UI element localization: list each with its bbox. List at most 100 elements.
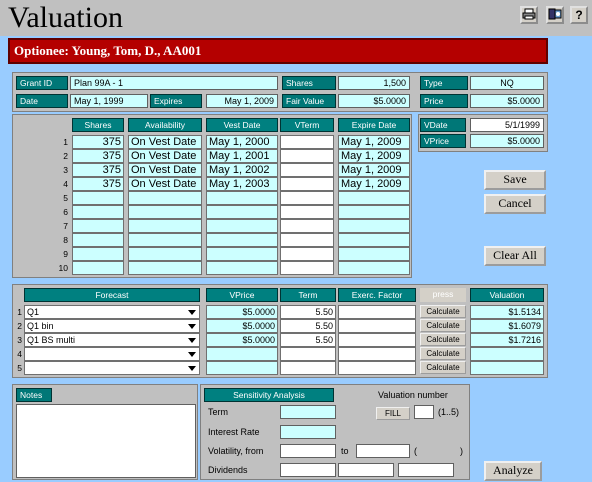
chevron-down-icon[interactable] (188, 310, 196, 315)
vest-availability-cell[interactable]: On Vest Date (128, 177, 202, 191)
forecast-term-cell[interactable] (280, 347, 336, 361)
vest-availability-cell[interactable]: On Vest Date (128, 135, 202, 149)
forecast-valuation-cell[interactable] (470, 361, 544, 375)
settings-icon[interactable] (546, 6, 564, 24)
forecast-exerc-cell[interactable] (338, 361, 416, 375)
forecast-valuation-cell[interactable]: $1.7216 (470, 333, 544, 347)
vest-date-cell[interactable]: May 1, 2000 (206, 135, 278, 149)
vest-expire-date-cell[interactable] (338, 247, 410, 261)
forecast-exerc-cell[interactable] (338, 319, 416, 333)
vest-vterm-cell[interactable] (280, 247, 334, 261)
calculate-button[interactable]: Calculate (420, 305, 466, 318)
vest-availability-cell[interactable]: On Vest Date (128, 163, 202, 177)
vest-vterm-cell[interactable] (280, 177, 334, 191)
vest-vterm-cell[interactable] (280, 191, 334, 205)
vest-vterm-cell[interactable] (280, 149, 334, 163)
vest-shares-cell[interactable] (72, 205, 124, 219)
vest-shares-cell[interactable]: 375 (72, 163, 124, 177)
vest-expire-date-cell[interactable]: May 1, 2009 (338, 163, 410, 177)
vest-availability-cell[interactable] (128, 261, 202, 275)
forecast-vprice-cell[interactable]: $5.0000 (206, 305, 278, 319)
interest-rate-field[interactable] (280, 425, 336, 439)
forecast-dropdown[interactable] (24, 361, 200, 375)
calculate-button[interactable]: Calculate (420, 333, 466, 346)
forecast-term-cell[interactable]: 5.50 (280, 333, 336, 347)
fair-value-field[interactable]: $5.0000 (338, 94, 410, 108)
vest-expire-date-cell[interactable] (338, 261, 410, 275)
shares-field[interactable]: 1,500 (338, 76, 410, 90)
vest-date-cell[interactable] (206, 191, 278, 205)
vest-expire-date-cell[interactable]: May 1, 2009 (338, 177, 410, 191)
vest-shares-cell[interactable] (72, 191, 124, 205)
vest-availability-cell[interactable]: On Vest Date (128, 149, 202, 163)
dividends-to-field[interactable] (398, 463, 454, 477)
vprice-field[interactable]: $5.0000 (470, 134, 544, 148)
volatility-from-field[interactable] (280, 444, 336, 458)
vest-shares-cell[interactable] (72, 219, 124, 233)
vest-shares-cell[interactable]: 375 (72, 135, 124, 149)
vest-expire-date-cell[interactable] (338, 191, 410, 205)
vest-date-cell[interactable] (206, 247, 278, 261)
vest-expire-date-cell[interactable]: May 1, 2009 (338, 149, 410, 163)
vest-date-cell[interactable]: May 1, 2003 (206, 177, 278, 191)
vest-availability-cell[interactable] (128, 247, 202, 261)
vest-vterm-cell[interactable] (280, 219, 334, 233)
vest-vterm-cell[interactable] (280, 233, 334, 247)
forecast-valuation-cell[interactable]: $1.5134 (470, 305, 544, 319)
sensitivity-term-field[interactable] (280, 405, 336, 419)
vest-vterm-cell[interactable] (280, 205, 334, 219)
vest-expire-date-cell[interactable] (338, 205, 410, 219)
clear-all-button[interactable]: Clear All (484, 246, 546, 266)
notes-textarea[interactable] (16, 404, 196, 478)
calculate-button[interactable]: Calculate (420, 347, 466, 360)
forecast-exerc-cell[interactable] (338, 333, 416, 347)
help-icon[interactable]: ? (570, 6, 588, 24)
vest-expire-date-cell[interactable] (338, 233, 410, 247)
chevron-down-icon[interactable] (188, 338, 196, 343)
vest-date-cell[interactable] (206, 261, 278, 275)
cancel-button[interactable]: Cancel (484, 194, 546, 214)
forecast-vprice-cell[interactable] (206, 361, 278, 375)
calculate-button[interactable]: Calculate (420, 361, 466, 374)
forecast-term-cell[interactable]: 5.50 (280, 319, 336, 333)
chevron-down-icon[interactable] (188, 352, 196, 357)
vest-vterm-cell[interactable] (280, 163, 334, 177)
forecast-dropdown[interactable]: Q1 BS multi (24, 333, 200, 347)
vest-date-cell[interactable] (206, 205, 278, 219)
vest-vterm-cell[interactable] (280, 135, 334, 149)
vest-date-cell[interactable] (206, 233, 278, 247)
save-button[interactable]: Save (484, 170, 546, 190)
vest-expire-date-cell[interactable] (338, 219, 410, 233)
vest-availability-cell[interactable] (128, 205, 202, 219)
type-field[interactable]: NQ (470, 76, 544, 90)
forecast-vprice-cell[interactable]: $5.0000 (206, 333, 278, 347)
vest-availability-cell[interactable] (128, 219, 202, 233)
valuation-number-field[interactable] (414, 405, 434, 419)
date-field[interactable]: May 1, 1999 (70, 94, 148, 108)
fill-button[interactable]: FILL (376, 407, 410, 420)
vest-shares-cell[interactable]: 375 (72, 149, 124, 163)
forecast-dropdown[interactable]: Q1 (24, 305, 200, 319)
expires-field[interactable]: May 1, 2009 (206, 94, 278, 108)
vest-date-cell[interactable] (206, 219, 278, 233)
vest-expire-date-cell[interactable]: May 1, 2009 (338, 135, 410, 149)
printer-icon[interactable] (520, 6, 538, 24)
forecast-exerc-cell[interactable] (338, 305, 416, 319)
forecast-term-cell[interactable] (280, 361, 336, 375)
analyze-button[interactable]: Analyze (484, 461, 542, 481)
vest-date-cell[interactable]: May 1, 2001 (206, 149, 278, 163)
vest-shares-cell[interactable] (72, 261, 124, 275)
vest-shares-cell[interactable]: 375 (72, 177, 124, 191)
price-field[interactable]: $5.0000 (470, 94, 544, 108)
volatility-to-field[interactable] (356, 444, 410, 458)
chevron-down-icon[interactable] (188, 366, 196, 371)
forecast-vprice-cell[interactable]: $5.0000 (206, 319, 278, 333)
forecast-vprice-cell[interactable] (206, 347, 278, 361)
chevron-down-icon[interactable] (188, 324, 196, 329)
dividends-mid-field[interactable] (338, 463, 394, 477)
grant-id-field[interactable]: Plan 99A - 1 (70, 76, 278, 90)
forecast-dropdown[interactable] (24, 347, 200, 361)
forecast-term-cell[interactable]: 5.50 (280, 305, 336, 319)
forecast-valuation-cell[interactable]: $1.6079 (470, 319, 544, 333)
forecast-valuation-cell[interactable] (470, 347, 544, 361)
